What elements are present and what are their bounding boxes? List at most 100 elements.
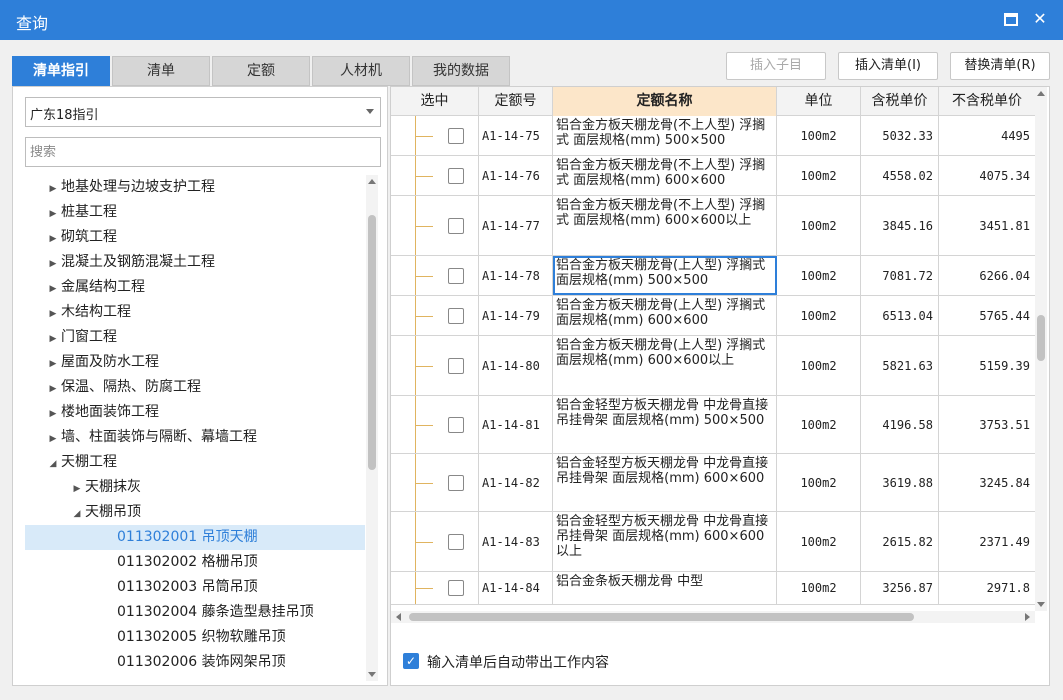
expand-arrow-icon[interactable]: ▶ bbox=[45, 427, 61, 452]
expand-arrow-icon[interactable]: ▶ bbox=[45, 377, 61, 402]
row-checkbox[interactable] bbox=[448, 580, 464, 596]
row-checkbox[interactable] bbox=[448, 167, 464, 184]
tree-item[interactable]: ▶ 天棚抹灰 bbox=[25, 475, 365, 500]
col-code[interactable]: 定额号 bbox=[479, 87, 553, 116]
table-row[interactable]: A1-14-78 铝合金方板天棚龙骨(上人型) 浮搁式 面层规格(mm) 500×… bbox=[391, 256, 1035, 296]
expand-arrow-icon[interactable]: ▶ bbox=[45, 252, 61, 277]
replace-list-button[interactable]: 替换清单(R) bbox=[950, 52, 1050, 80]
scroll-down-icon[interactable] bbox=[368, 672, 376, 677]
row-checkbox[interactable] bbox=[448, 474, 464, 491]
quota-unit: 100m2 bbox=[777, 454, 861, 511]
scroll-right-icon[interactable] bbox=[1025, 613, 1030, 621]
tree-item[interactable]: ▶ 屋面及防水工程 bbox=[25, 350, 365, 375]
tree-item[interactable]: ▶ 门窗工程 bbox=[25, 325, 365, 350]
tab-quota[interactable]: 定额 bbox=[212, 56, 310, 86]
table-row[interactable]: A1-14-77 铝合金方板天棚龙骨(不上人型) 浮搁式 面层规格(mm) 600… bbox=[391, 196, 1035, 256]
tree-item[interactable]: ◢ 天棚工程 bbox=[25, 450, 365, 475]
col-price-notax[interactable]: 不含税单价 bbox=[939, 87, 1035, 116]
tree-item[interactable]: ▶ 砌筑工程 bbox=[25, 225, 365, 250]
quota-unit: 100m2 bbox=[777, 196, 861, 255]
tree-item[interactable]: ▶ 混凝土及钢筋混凝土工程 bbox=[25, 250, 365, 275]
scroll-left-icon[interactable] bbox=[396, 613, 401, 621]
row-checkbox[interactable] bbox=[448, 533, 464, 550]
row-checkbox[interactable] bbox=[448, 357, 464, 374]
tab-list[interactable]: 清单 bbox=[112, 56, 210, 86]
scroll-up-icon[interactable] bbox=[368, 179, 376, 184]
scroll-up-icon[interactable] bbox=[1037, 91, 1045, 96]
collapse-arrow-icon[interactable]: ◢ bbox=[45, 452, 61, 477]
grid-hscrollbar[interactable] bbox=[391, 611, 1035, 623]
quota-name[interactable]: 铝合金方板天棚龙骨(上人型) 浮搁式 面层规格(mm) 500×500 bbox=[553, 256, 777, 295]
expand-arrow-icon[interactable]: ▶ bbox=[45, 302, 61, 327]
tree-item[interactable]: ▶ 木结构工程 bbox=[25, 300, 365, 325]
tree-item[interactable]: ▶ 金属结构工程 bbox=[25, 275, 365, 300]
expand-arrow-icon[interactable]: ▶ bbox=[45, 352, 61, 377]
table-row[interactable]: A1-14-82 铝合金轻型方板天棚龙骨 中龙骨直接吊挂骨架 面层规格(mm) 6… bbox=[391, 454, 1035, 512]
tree-item[interactable]: ▶ 桩基工程 bbox=[25, 200, 365, 225]
quota-name[interactable]: 铝合金方板天棚龙骨(不上人型) 浮搁式 面层规格(mm) 600×600 bbox=[553, 156, 777, 195]
quota-name[interactable]: 铝合金条板天棚龙骨 中型 bbox=[553, 572, 777, 604]
tree-item[interactable]: 011302004 藤条造型悬挂吊顶 bbox=[25, 600, 365, 625]
table-row[interactable]: A1-14-75 铝合金方板天棚龙骨(不上人型) 浮搁式 面层规格(mm) 500… bbox=[391, 116, 1035, 156]
scroll-down-icon[interactable] bbox=[1037, 602, 1045, 607]
auto-fill-checkbox[interactable]: ✓ bbox=[403, 653, 419, 669]
grid-vscroll-thumb[interactable] bbox=[1037, 315, 1045, 361]
insert-list-button[interactable]: 插入清单(I) bbox=[838, 52, 938, 80]
expand-arrow-icon[interactable]: ▶ bbox=[45, 177, 61, 202]
select-cell bbox=[391, 512, 479, 571]
col-unit[interactable]: 单位 bbox=[777, 87, 861, 116]
expand-arrow-icon[interactable]: ▶ bbox=[45, 227, 61, 252]
search-input[interactable] bbox=[25, 137, 381, 167]
col-price-tax[interactable]: 含税单价 bbox=[861, 87, 939, 116]
row-checkbox[interactable] bbox=[448, 217, 464, 234]
expand-arrow-icon[interactable]: ▶ bbox=[45, 327, 61, 352]
row-checkbox[interactable] bbox=[448, 416, 464, 433]
tree-item[interactable]: 011302003 吊筒吊顶 bbox=[25, 575, 365, 600]
quota-name[interactable]: 铝合金轻型方板天棚龙骨 中龙骨直接吊挂骨架 面层规格(mm) 600×600 bbox=[553, 454, 777, 511]
quota-name[interactable]: 铝合金轻型方板天棚龙骨 中龙骨直接吊挂骨架 面层规格(mm) 500×500 bbox=[553, 396, 777, 453]
insert-child-button[interactable]: 插入子目 bbox=[726, 52, 826, 80]
expand-arrow-icon[interactable]: ▶ bbox=[45, 402, 61, 427]
expand-arrow-icon[interactable]: ▶ bbox=[69, 477, 85, 502]
quota-name[interactable]: 铝合金方板天棚龙骨(上人型) 浮搁式 面层规格(mm) 600×600以上 bbox=[553, 336, 777, 395]
table-row[interactable]: A1-14-76 铝合金方板天棚龙骨(不上人型) 浮搁式 面层规格(mm) 600… bbox=[391, 156, 1035, 196]
tab-material[interactable]: 人材机 bbox=[312, 56, 410, 86]
row-checkbox[interactable] bbox=[448, 127, 464, 144]
tab-guide[interactable]: 清单指引 bbox=[12, 56, 110, 86]
tree-item[interactable]: ◢ 天棚吊顶 bbox=[25, 500, 365, 525]
tree-item[interactable]: 011302005 织物软雕吊顶 bbox=[25, 625, 365, 650]
table-row[interactable]: A1-14-83 铝合金轻型方板天棚龙骨 中龙骨直接吊挂骨架 面层规格(mm) 6… bbox=[391, 512, 1035, 572]
table-row[interactable]: A1-14-80 铝合金方板天棚龙骨(上人型) 浮搁式 面层规格(mm) 600×… bbox=[391, 336, 1035, 396]
col-name[interactable]: 定额名称 bbox=[553, 87, 777, 116]
grid-vscrollbar[interactable] bbox=[1035, 87, 1047, 611]
quota-name[interactable]: 铝合金方板天棚龙骨(不上人型) 浮搁式 面层规格(mm) 500×500 bbox=[553, 116, 777, 155]
tree-item[interactable]: ▶ 墙、柱面装饰与隔断、幕墙工程 bbox=[25, 425, 365, 450]
tree-item[interactable]: ▶ 楼地面装饰工程 bbox=[25, 400, 365, 425]
tree-item-label: 屋面及防水工程 bbox=[61, 354, 159, 370]
tree-item[interactable]: ▶ 地基处理与边坡支护工程 bbox=[25, 175, 365, 200]
price-without-tax: 3245.84 bbox=[979, 475, 1030, 490]
quota-name[interactable]: 铝合金轻型方板天棚龙骨 中龙骨直接吊挂骨架 面层规格(mm) 600×600以上 bbox=[553, 512, 777, 571]
tree-item[interactable]: 011302006 装饰网架吊顶 bbox=[25, 650, 365, 675]
expand-arrow-icon[interactable]: ▶ bbox=[45, 277, 61, 302]
close-icon[interactable]: ✕ bbox=[1032, 11, 1048, 27]
row-checkbox[interactable] bbox=[448, 307, 464, 324]
tree-scrollbar[interactable] bbox=[366, 175, 378, 681]
tree-item[interactable]: ▶ 保温、隔热、防腐工程 bbox=[25, 375, 365, 400]
quota-name[interactable]: 铝合金方板天棚龙骨(上人型) 浮搁式 面层规格(mm) 600×600 bbox=[553, 296, 777, 335]
tree-item[interactable]: 011302001 吊顶天棚 bbox=[25, 525, 365, 550]
collapse-arrow-icon[interactable]: ◢ bbox=[69, 502, 85, 527]
expand-arrow-icon[interactable]: ▶ bbox=[45, 202, 61, 227]
quota-name[interactable]: 铝合金方板天棚龙骨(不上人型) 浮搁式 面层规格(mm) 600×600以上 bbox=[553, 196, 777, 255]
tree-scroll-thumb[interactable] bbox=[368, 215, 376, 470]
row-checkbox[interactable] bbox=[448, 267, 464, 284]
maximize-icon[interactable] bbox=[1004, 13, 1018, 26]
table-row[interactable]: A1-14-79 铝合金方板天棚龙骨(上人型) 浮搁式 面层规格(mm) 600×… bbox=[391, 296, 1035, 336]
grid-hscroll-thumb[interactable] bbox=[409, 613, 914, 621]
tab-my-data[interactable]: 我的数据 bbox=[412, 56, 510, 86]
tree-item[interactable]: 011302002 格栅吊顶 bbox=[25, 550, 365, 575]
guide-select[interactable]: 广东18指引 bbox=[25, 97, 381, 127]
table-row[interactable]: A1-14-84 铝合金条板天棚龙骨 中型 100m2 3256.87 2971.8 bbox=[391, 572, 1035, 605]
table-row[interactable]: A1-14-81 铝合金轻型方板天棚龙骨 中龙骨直接吊挂骨架 面层规格(mm) 5… bbox=[391, 396, 1035, 454]
col-select[interactable]: 选中 bbox=[391, 87, 479, 116]
